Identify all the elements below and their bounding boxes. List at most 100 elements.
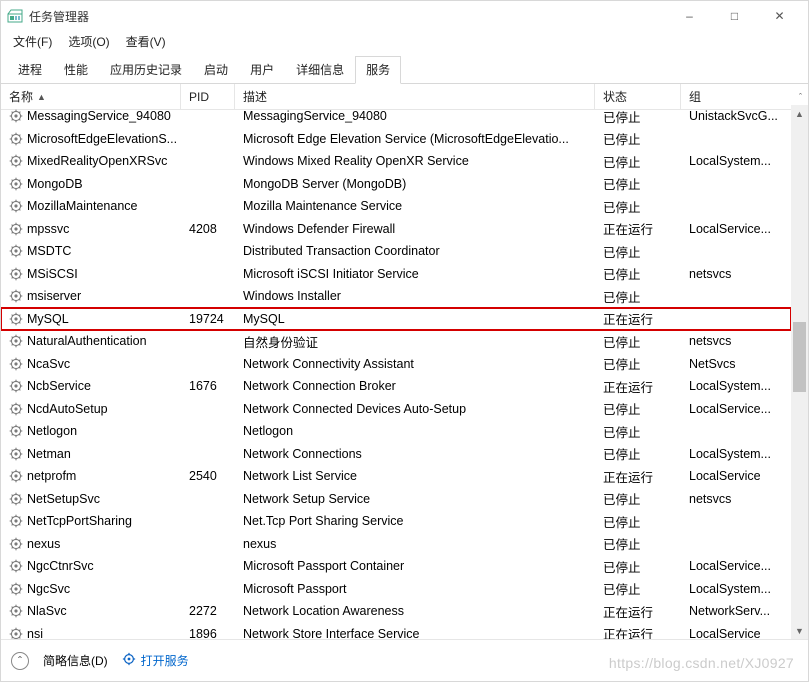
fewer-details-link[interactable]: 简略信息(D) — [43, 652, 108, 669]
tab-2[interactable]: 应用历史记录 — [99, 56, 193, 84]
footer-bar: ˆ 简略信息(D) 打开服务 — [1, 639, 808, 681]
service-status: 已停止 — [595, 332, 681, 351]
table-row[interactable]: NgcCtnrSvcMicrosoft Passport Container已停… — [1, 555, 791, 578]
service-gear-icon — [9, 424, 23, 438]
window-title: 任务管理器 — [29, 8, 89, 25]
minimize-button[interactable]: – — [667, 1, 712, 31]
service-gear-icon — [9, 604, 23, 618]
service-description: Microsoft Edge Elevation Service (Micros… — [235, 132, 595, 146]
service-group: LocalService — [681, 469, 791, 483]
service-gear-icon — [9, 312, 23, 326]
table-row[interactable]: NetlogonNetlogon已停止 — [1, 420, 791, 443]
table-row[interactable]: NlaSvc2272Network Location Awareness正在运行… — [1, 600, 791, 623]
service-gear-icon — [9, 469, 23, 483]
service-description: Network Connected Devices Auto-Setup — [235, 402, 595, 416]
service-status: 已停止 — [595, 512, 681, 531]
service-name: NcbService — [27, 379, 91, 393]
table-row[interactable]: NaturalAuthentication自然身份验证已停止netsvcs — [1, 330, 791, 353]
table-row[interactable]: NetSetupSvcNetwork Setup Service已停止netsv… — [1, 488, 791, 511]
service-gear-icon — [9, 379, 23, 393]
table-row[interactable]: NetTcpPortSharingNet.Tcp Port Sharing Se… — [1, 510, 791, 533]
table-row[interactable]: MessagingService_94080 MessagingService_9… — [1, 105, 791, 128]
service-description: MessagingService_94080 — [235, 109, 595, 123]
service-gear-icon — [9, 514, 23, 528]
table-row[interactable]: MySQL19724MySQL正在运行 — [1, 308, 791, 331]
tab-6[interactable]: 服务 — [355, 56, 401, 84]
service-name: Netman — [27, 447, 71, 461]
services-table: MessagingService_94080 MessagingService_9… — [1, 105, 808, 639]
service-status: 已停止 — [595, 264, 681, 283]
service-status: 已停止 — [595, 174, 681, 193]
table-row[interactable]: MixedRealityOpenXRSvcWindows Mixed Reali… — [1, 150, 791, 173]
table-row[interactable]: MSiSCSIMicrosoft iSCSI Initiator Service… — [1, 263, 791, 286]
scroll-up-icon[interactable]: ▲ — [791, 105, 808, 122]
table-row[interactable]: NcbService1676Network Connection Broker正… — [1, 375, 791, 398]
service-status: 已停止 — [595, 422, 681, 441]
scrollbar-track[interactable] — [791, 122, 808, 622]
service-description: Windows Installer — [235, 289, 595, 303]
table-row[interactable]: netprofm2540Network List Service正在运行Loca… — [1, 465, 791, 488]
service-group: LocalService — [681, 627, 791, 639]
service-gear-icon — [9, 492, 23, 506]
service-description: MongoDB Server (MongoDB) — [235, 177, 595, 191]
tab-1[interactable]: 性能 — [53, 56, 99, 84]
table-row[interactable]: mpssvc4208Windows Defender Firewall正在运行L… — [1, 218, 791, 241]
service-name: MessagingService_94080 — [27, 109, 171, 123]
table-row[interactable]: NgcSvcMicrosoft Passport已停止LocalSystem..… — [1, 578, 791, 601]
service-group: netsvcs — [681, 492, 791, 506]
table-row[interactable]: nsi1896Network Store Interface Service正在… — [1, 623, 791, 640]
service-name: MySQL — [27, 312, 69, 326]
service-status: 正在运行 — [595, 602, 681, 621]
menu-options[interactable]: 选项(O) — [62, 31, 115, 52]
service-group: netsvcs — [681, 267, 791, 281]
column-header-name-label: 名称 — [9, 88, 33, 105]
table-row[interactable]: MSDTCDistributed Transaction Coordinator… — [1, 240, 791, 263]
service-description: Windows Mixed Reality OpenXR Service — [235, 154, 595, 168]
table-row[interactable]: NcdAutoSetupNetwork Connected Devices Au… — [1, 398, 791, 421]
service-group: LocalSystem... — [681, 582, 791, 596]
service-group: UnistackSvcG... — [681, 109, 791, 123]
service-status: 已停止 — [595, 444, 681, 463]
table-row[interactable]: MozillaMaintenanceMozilla Maintenance Se… — [1, 195, 791, 218]
service-name: MSDTC — [27, 244, 71, 258]
service-description: Microsoft Passport Container — [235, 559, 595, 573]
service-name: NgcCtnrSvc — [27, 559, 94, 573]
service-name: MongoDB — [27, 177, 83, 191]
tab-5[interactable]: 详细信息 — [285, 56, 355, 84]
table-row[interactable]: nexusnexus已停止 — [1, 533, 791, 556]
service-gear-icon — [9, 267, 23, 281]
service-gear-icon — [9, 402, 23, 416]
table-row[interactable]: msiserverWindows Installer已停止 — [1, 285, 791, 308]
service-pid: 2272 — [181, 604, 235, 618]
close-button[interactable]: ✕ — [757, 1, 802, 31]
tab-3[interactable]: 启动 — [193, 56, 239, 84]
tab-0[interactable]: 进程 — [7, 56, 53, 84]
table-row[interactable]: MongoDB MongoDB Server (MongoDB)已停止 — [1, 173, 791, 196]
service-gear-icon — [9, 627, 23, 639]
service-gear-icon — [9, 334, 23, 348]
service-name: nexus — [27, 537, 60, 551]
tab-4[interactable]: 用户 — [239, 56, 285, 84]
table-row[interactable]: NetmanNetwork Connections已停止LocalSystem.… — [1, 443, 791, 466]
open-services-label: 打开服务 — [141, 652, 189, 669]
table-row[interactable]: MicrosoftEdgeElevationS...Microsoft Edge… — [1, 128, 791, 151]
gear-icon — [122, 652, 136, 669]
service-description: Network List Service — [235, 469, 595, 483]
service-status: 已停止 — [595, 107, 681, 126]
maximize-button[interactable]: □ — [712, 1, 757, 31]
service-group: NetSvcs — [681, 357, 791, 371]
service-name: NcaSvc — [27, 357, 70, 371]
service-status: 已停止 — [595, 534, 681, 553]
service-name: NlaSvc — [27, 604, 67, 618]
vertical-scrollbar[interactable]: ▲ ▼ — [791, 105, 808, 639]
open-services-link[interactable]: 打开服务 — [122, 652, 189, 669]
table-row[interactable]: NcaSvcNetwork Connectivity Assistant已停止N… — [1, 353, 791, 376]
service-pid: 19724 — [181, 312, 235, 326]
service-gear-icon — [9, 582, 23, 596]
chevron-up-circle-icon[interactable]: ˆ — [11, 652, 29, 670]
menu-view[interactable]: 查看(V) — [120, 31, 172, 52]
service-gear-icon — [9, 357, 23, 371]
scroll-down-icon[interactable]: ▼ — [791, 622, 808, 639]
menu-file[interactable]: 文件(F) — [7, 31, 58, 52]
scrollbar-thumb[interactable] — [793, 322, 806, 392]
